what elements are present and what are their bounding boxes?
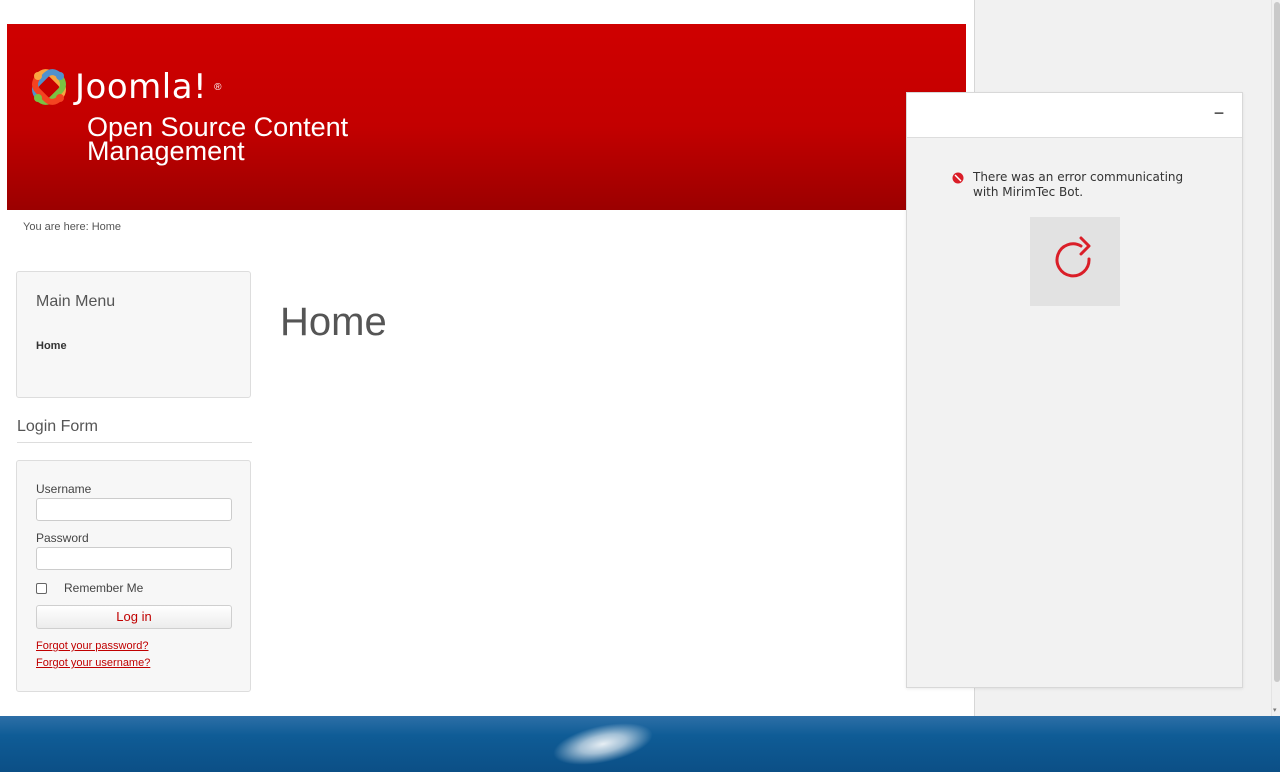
brand-mark: ® [214,81,222,93]
error-icon [952,172,964,184]
brand-name: Joomla! [75,67,208,107]
desktop-background [0,716,1280,772]
password-label: Password [36,531,89,545]
username-label: Username [36,482,92,496]
login-form: Username Password Remember Me Log in For… [16,460,251,692]
breadcrumb: You are here: Home [23,221,122,233]
screen: Joomla! ® Open Source Content Management… [0,0,1280,772]
login-form-title: Login Form [17,418,252,443]
remember-me-label: Remember Me [64,581,144,595]
forgot-password-link[interactable]: Forgot your password? [36,640,149,652]
log-in-button[interactable]: Log in [36,605,232,629]
chatbot-panel: − There was an error communicating with … [906,92,1243,688]
error-message: There was an error communicating with Mi… [973,170,1184,199]
error-message-row: There was an error communicating with Mi… [952,170,1192,200]
site-logo[interactable]: Joomla! ® [29,67,222,107]
password-field[interactable] [36,547,232,570]
scroll-down-icon[interactable]: ▾ [1273,707,1277,714]
page-title: Home [280,299,387,344]
retry-button[interactable] [1030,217,1120,306]
scrollbar-thumb[interactable] [1274,2,1280,682]
main-menu-card: Main Menu Home [16,271,251,398]
refresh-icon [1055,236,1091,277]
main-menu-title: Main Menu [36,293,116,310]
joomla-logo-icon [32,69,66,105]
username-field[interactable] [36,498,232,521]
site-header: Joomla! ® Open Source Content Management [7,24,966,210]
remember-me-row[interactable]: Remember Me [36,581,143,595]
browser-page: Joomla! ® Open Source Content Management… [0,0,975,716]
site-description: Open Source Content Management [87,112,349,166]
desktop-cloud [545,716,661,772]
remember-me-checkbox[interactable] [36,582,47,594]
minimize-button[interactable]: − [1211,104,1227,122]
main-menu-item-home[interactable]: Home [36,340,67,352]
chatbot-header: − [907,93,1242,138]
vertical-scrollbar[interactable]: ▾ [1271,0,1280,716]
forgot-username-link[interactable]: Forgot your username? [36,657,150,669]
